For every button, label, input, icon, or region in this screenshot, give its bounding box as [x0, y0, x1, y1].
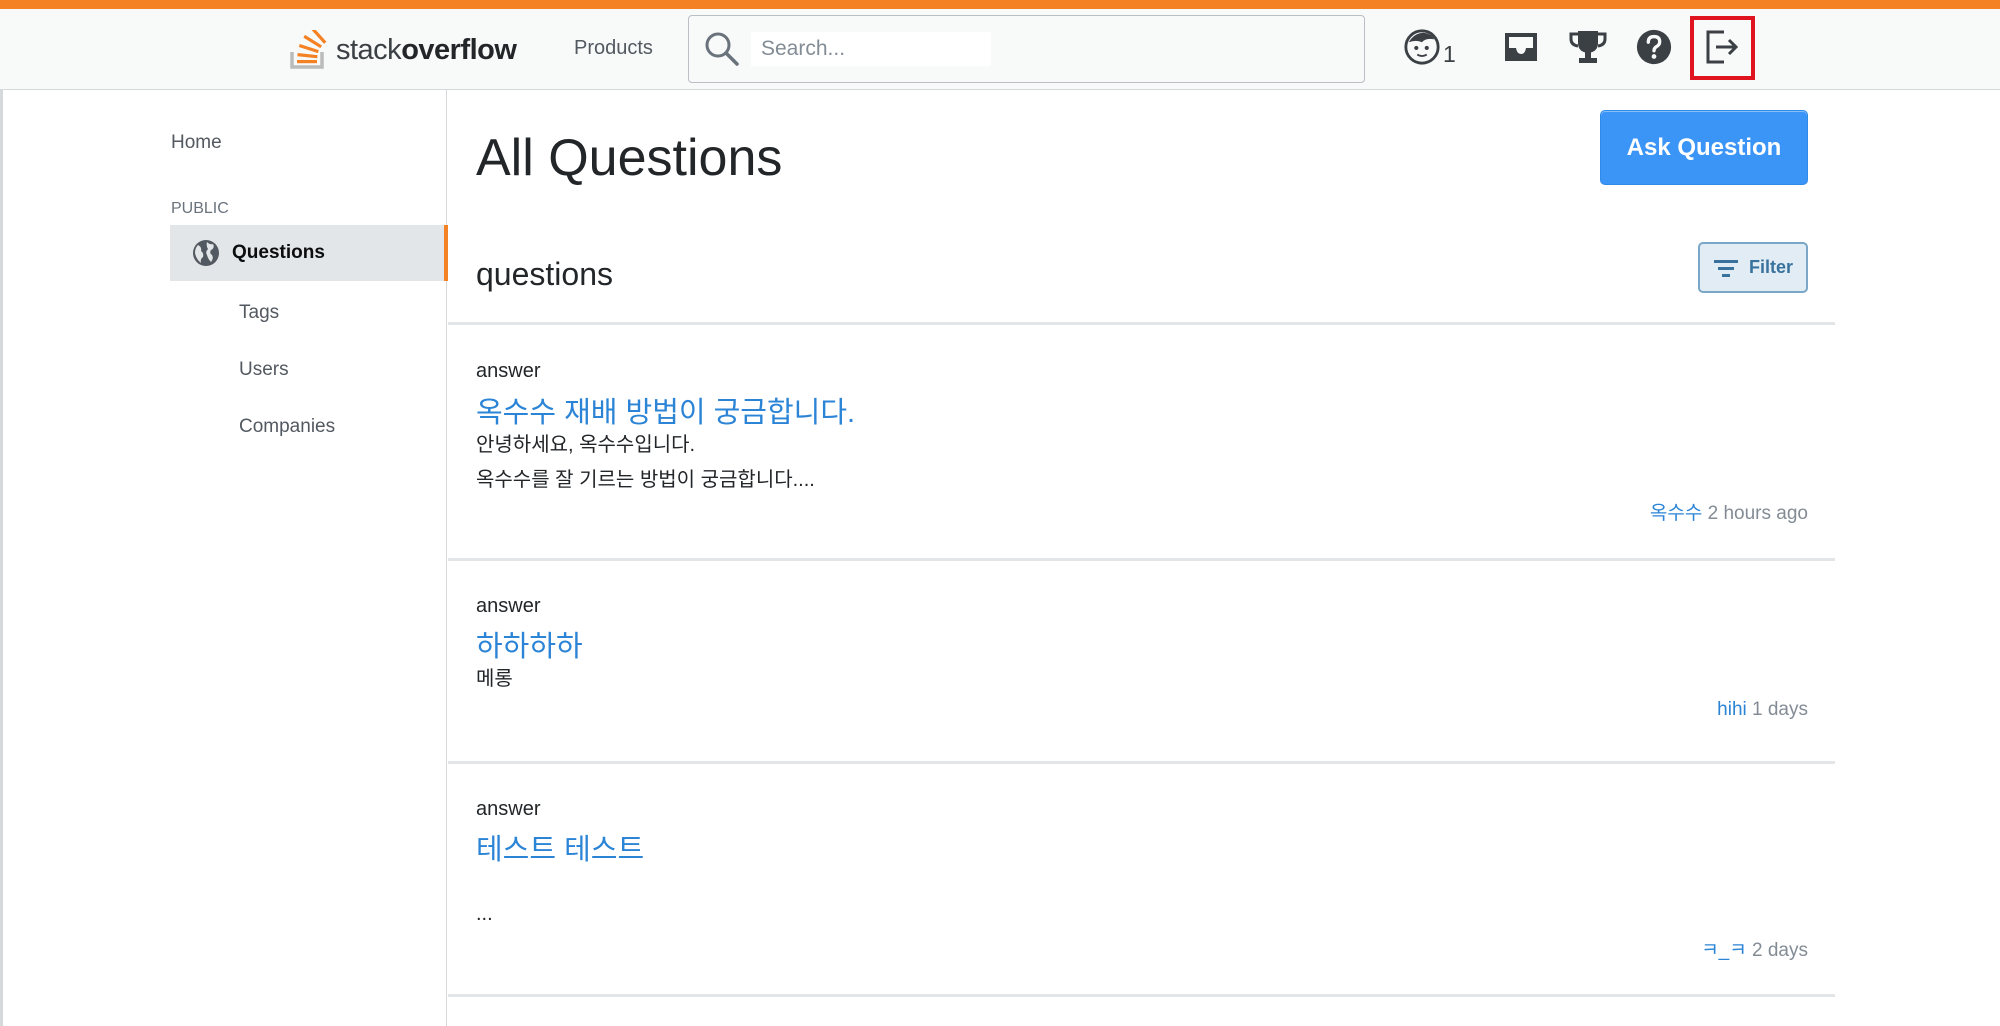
question-status: answer [476, 595, 541, 617]
ask-question-button[interactable]: Ask Question [1600, 110, 1808, 185]
products-link[interactable]: Products [574, 37, 653, 60]
user-avatar-icon[interactable] [1400, 25, 1444, 69]
question-status: answer [476, 798, 541, 820]
question-time: 2 days [1752, 940, 1808, 961]
inbox-icon[interactable] [1499, 25, 1543, 69]
nav-questions-label: Questions [232, 242, 325, 263]
nav-home[interactable]: Home [171, 132, 222, 154]
question-meta: hihi 1 days [1717, 699, 1808, 721]
logo-text: stackoverflow [336, 33, 517, 66]
search-icon [705, 32, 739, 66]
question-excerpt-line: 옥수수를 잘 기르는 방법이 궁금합니다.... [476, 469, 815, 491]
highlight-box [1690, 16, 1755, 80]
question-item: answer 옥수수 재배 방법이 궁금합니다. 안녕하세요, 옥수수입니다. … [448, 322, 1835, 558]
question-excerpt-line: ... [476, 903, 493, 925]
globe-icon [193, 240, 219, 266]
stack-logo-icon [290, 30, 327, 69]
nav-companies[interactable]: Companies [239, 416, 335, 438]
nav-section-public: PUBLIC [171, 200, 229, 217]
stackoverflow-logo[interactable]: stackoverflow [288, 27, 517, 73]
question-author-link[interactable]: 옥수수 [1650, 503, 1702, 524]
question-time: 2 hours ago [1707, 503, 1808, 524]
question-time: 1 days [1752, 699, 1808, 720]
filter-label: Filter [1748, 257, 1793, 277]
questions-heading: questions [476, 256, 613, 292]
question-item: answer 테스트 테스트 ... ㅋ_ㅋ 2 days [448, 761, 1835, 997]
question-author-link[interactable]: hihi [1717, 699, 1747, 720]
question-title-link[interactable]: 하하하하 [476, 623, 583, 665]
question-status: answer [476, 360, 541, 382]
question-title-link[interactable]: 옥수수 재배 방법이 궁금합니다. [476, 389, 855, 431]
left-sidebar: Home PUBLIC Questions Tags Users Compani… [0, 90, 448, 1026]
question-title-link[interactable]: 테스트 테스트 [476, 826, 644, 868]
trophy-icon[interactable] [1566, 25, 1610, 69]
question-author-link[interactable]: ㅋ_ㅋ [1701, 940, 1747, 961]
nav-tags[interactable]: Tags [239, 302, 279, 324]
question-item: answer 하하하하 메롱 hihi 1 days [448, 558, 1835, 761]
filter-icon [1713, 259, 1738, 277]
top-bar: stackoverflow Products 1 [0, 0, 2000, 90]
nav-questions[interactable]: Questions [170, 225, 448, 281]
question-meta: ㅋ_ㅋ 2 days [1701, 935, 1808, 962]
page-title: All Questions [476, 129, 783, 187]
question-excerpt-line: 메롱 [476, 668, 513, 690]
filter-button[interactable]: Filter [1698, 242, 1808, 293]
search-input[interactable] [751, 32, 991, 66]
help-icon[interactable] [1632, 25, 1676, 69]
reputation-count: 1 [1443, 41, 1456, 67]
search-box[interactable] [688, 15, 1365, 83]
question-meta: 옥수수 2 hours ago [1650, 498, 1808, 525]
main-content: All Questions Ask Question questions Fil… [448, 90, 1835, 1026]
nav-users[interactable]: Users [239, 359, 289, 381]
question-excerpt-line: 안녕하세요, 옥수수입니다. [476, 434, 696, 456]
